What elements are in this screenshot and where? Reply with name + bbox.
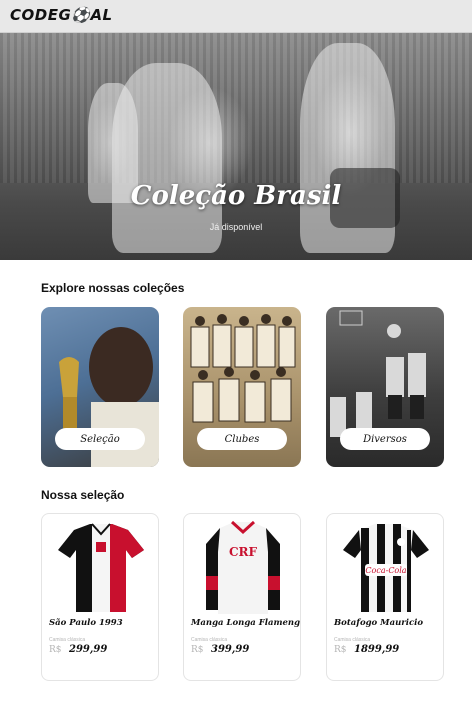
sao-paulo-jersey-image	[58, 523, 144, 612]
hero-title: Coleção Brasil	[130, 181, 342, 211]
logo[interactable]: CODEG⚽AL	[10, 6, 113, 24]
flamengo-jersey-image: CRF	[206, 520, 280, 614]
collection-card-selecao[interactable]: Seleção	[41, 307, 159, 467]
product-currency: R$	[49, 645, 62, 655]
selection-title: Nossa seleção	[41, 488, 125, 502]
product-note: Camisa clássica	[334, 637, 371, 643]
botafogo-jersey-image: Coca-Cola	[343, 524, 429, 612]
product-name: São Paulo 1993	[49, 618, 123, 628]
svg-text:Coca-Cola: Coca-Cola	[365, 566, 406, 575]
collections-title: Explore nossas coleções	[41, 281, 185, 295]
product-card[interactable]: CRF Manga Longa Flamengo Camisa clássica…	[183, 513, 301, 681]
product-name: Botafogo Mauricio	[334, 618, 424, 628]
collection-card-diversos[interactable]: Diversos	[326, 307, 444, 467]
svg-text:CRF: CRF	[229, 545, 258, 559]
product-price: 299,99	[69, 644, 108, 655]
top-bar: CODEG⚽AL	[0, 0, 472, 33]
product-card[interactable]: São Paulo 1993 Camisa clássica R$ 299,99	[41, 513, 159, 681]
product-price: 399,99	[211, 644, 250, 655]
collection-selecao-button[interactable]: Seleção	[55, 428, 145, 450]
hero-subtitle: Já disponível	[209, 222, 263, 232]
collection-card-clubes[interactable]: Clubes	[183, 307, 301, 467]
product-price: 1899,99	[354, 644, 400, 655]
product-card[interactable]: Coca-Cola Botafogo Mauricio Camisa cláss…	[326, 513, 444, 681]
collection-diversos-button[interactable]: Diversos	[340, 428, 430, 450]
product-note: Camisa clássica	[49, 637, 86, 643]
product-currency: R$	[191, 645, 204, 655]
product-currency: R$	[334, 645, 347, 655]
hero-crowd-background	[0, 33, 472, 183]
product-name: Manga Longa Flamengo	[191, 618, 301, 628]
collection-clubes-button[interactable]: Clubes	[197, 428, 287, 450]
hero-banner[interactable]: Coleção Brasil Já disponível	[0, 33, 472, 260]
product-note: Camisa clássica	[191, 637, 228, 643]
